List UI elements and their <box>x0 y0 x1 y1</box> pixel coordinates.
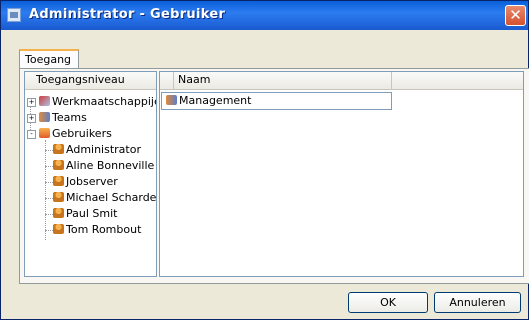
user-icon <box>53 224 64 234</box>
members-table[interactable]: Naam Management <box>159 71 524 277</box>
tree-guide <box>45 140 46 240</box>
team-icon <box>39 112 50 122</box>
access-level-tree[interactable]: Toegangsniveau + Werkmaatschappijen + Te… <box>24 71 157 277</box>
team-icon <box>166 95 177 105</box>
tree-item-label: Jobserver <box>66 175 118 188</box>
user-icon <box>53 144 64 154</box>
expand-icon[interactable]: + <box>27 98 36 107</box>
table-header: Naam <box>160 72 523 90</box>
close-icon: ✕ <box>509 6 522 24</box>
user-icon <box>53 176 64 186</box>
ok-button[interactable]: OK <box>348 292 428 313</box>
tree-guide <box>45 150 53 151</box>
tree-item-teams[interactable]: + Teams <box>27 110 87 126</box>
user-icon <box>53 208 64 218</box>
window-title: Administrator - Gebruiker <box>29 7 226 22</box>
close-button[interactable]: ✕ <box>505 5 526 26</box>
tree-item-user[interactable]: Jobserver <box>53 174 118 190</box>
tree-guide <box>45 230 53 231</box>
tree-item-label: Michael Schardein <box>66 191 157 204</box>
tab-toegang[interactable]: Toegang <box>19 49 79 69</box>
tree-item-gebruikers[interactable]: - Gebruikers <box>27 126 112 142</box>
tree-item-label: Paul Smit <box>66 207 118 220</box>
tree-item-label: Tom Rombout <box>66 223 142 236</box>
cancel-button[interactable]: Annuleren <box>434 292 521 313</box>
tree-item-label: Werkmaatschappijen <box>52 95 157 108</box>
tree-item-user[interactable]: Tom Rombout <box>53 222 141 238</box>
user-icon <box>53 160 64 170</box>
tree-item-label: Gebruikers <box>52 127 112 140</box>
dialog-window: Administrator - Gebruiker ✕ Toegang Toeg… <box>0 0 529 320</box>
tree-item-user[interactable]: Paul Smit <box>53 206 117 222</box>
table-row[interactable]: Management <box>161 92 392 110</box>
expand-icon[interactable]: + <box>27 114 36 123</box>
tree-guide <box>45 166 53 167</box>
tree-item-user[interactable]: Administrator <box>53 142 141 158</box>
header-spacer <box>160 72 174 89</box>
tree-guide <box>45 182 53 183</box>
column-header-naam[interactable]: Naam <box>174 72 392 89</box>
tree-item-werkmaatschappijen[interactable]: + Werkmaatschappijen <box>27 94 157 110</box>
tree-item-label: Administrator <box>66 143 141 156</box>
app-icon <box>7 8 21 22</box>
tree-header: Toegangsniveau <box>25 72 156 90</box>
collapse-icon[interactable]: - <box>27 130 36 139</box>
title-bar[interactable]: Administrator - Gebruiker ✕ <box>1 1 528 30</box>
tree-guide <box>45 198 53 199</box>
users-icon <box>39 128 50 138</box>
tree-item-user[interactable]: Aline Bonneville <box>53 158 154 174</box>
table-cell-name: Management <box>179 94 252 107</box>
user-icon <box>53 192 64 202</box>
tree-item-label: Aline Bonneville <box>66 159 155 172</box>
tree-item-label: Teams <box>52 111 87 124</box>
company-icon <box>39 96 50 106</box>
tree-item-user[interactable]: Michael Schardein <box>53 190 157 206</box>
tree-guide <box>45 214 53 215</box>
